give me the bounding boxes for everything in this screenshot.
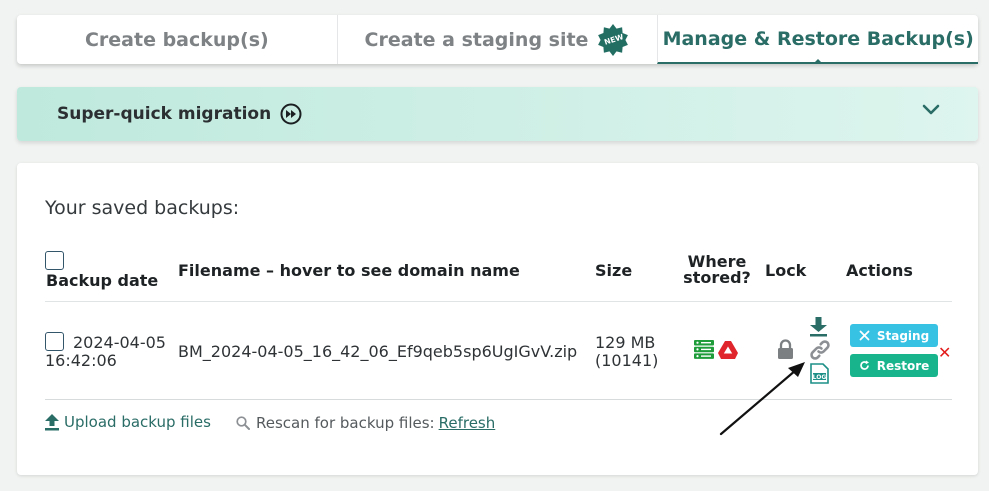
upload-icon bbox=[45, 413, 59, 430]
saved-backups-title: Your saved backups: bbox=[45, 197, 240, 219]
delete-icon[interactable]: ✕ bbox=[938, 343, 951, 362]
rescan-section: Rescan for backup files: Refresh bbox=[236, 414, 495, 432]
tab-create-backup[interactable]: Create backup(s) bbox=[17, 15, 337, 64]
rescan-label: Rescan for backup files: bbox=[256, 414, 435, 432]
tab-create-staging[interactable]: Create a staging site NEW bbox=[336, 15, 658, 64]
column-lock: Lock bbox=[765, 261, 807, 280]
staging-button[interactable]: Staging bbox=[850, 324, 938, 347]
google-drive-icon bbox=[718, 341, 738, 359]
migration-title: Super-quick migration bbox=[57, 104, 272, 124]
column-actions: Actions bbox=[846, 261, 913, 280]
row-select-checkbox[interactable] bbox=[45, 332, 64, 351]
column-size: Size bbox=[595, 261, 633, 280]
lock-icon[interactable] bbox=[777, 339, 794, 359]
tools-icon bbox=[859, 330, 870, 341]
saved-backups-panel: Your saved backups: Backup date Filename… bbox=[17, 163, 978, 475]
select-all-checkbox[interactable] bbox=[45, 251, 64, 270]
fast-forward-icon bbox=[280, 103, 302, 125]
column-filename: Filename – hover to see domain name bbox=[178, 261, 520, 280]
tab-label: Create backup(s) bbox=[84, 28, 269, 51]
header-divider bbox=[45, 301, 952, 302]
restore-icon bbox=[859, 360, 869, 370]
super-quick-migration-toggle[interactable]: Super-quick migration bbox=[17, 87, 978, 141]
staging-button-label: Staging bbox=[876, 328, 930, 343]
restore-button-label: Restore bbox=[876, 358, 930, 373]
tab-bar: Create backup(s) Create a staging site N… bbox=[17, 15, 979, 64]
server-icon bbox=[694, 340, 714, 359]
row-backup-time: 16:42:06 bbox=[45, 351, 117, 370]
refresh-link[interactable]: Refresh bbox=[439, 414, 496, 432]
chevron-down-icon[interactable] bbox=[922, 104, 940, 116]
log-file-icon[interactable]: LOG bbox=[810, 363, 829, 384]
tab-label: Manage & Restore Backup(s) bbox=[662, 27, 974, 50]
row-backup-date: 2024-04-05 bbox=[73, 333, 166, 352]
upload-label: Upload backup files bbox=[64, 413, 211, 431]
log-label: LOG bbox=[813, 374, 827, 381]
upload-backup-files-link[interactable]: Upload backup files bbox=[45, 413, 211, 431]
column-where-stored: Where stored? bbox=[683, 252, 751, 287]
tab-label: Create a staging site bbox=[364, 28, 589, 51]
row-filename[interactable]: BM_2024-04-05_16_42_06_Ef9qeb5sp6UgIGvV.… bbox=[178, 343, 577, 361]
row-file-count: (10141) bbox=[595, 351, 659, 370]
restore-button[interactable]: Restore bbox=[850, 354, 938, 377]
row-divider bbox=[45, 399, 952, 400]
download-icon[interactable] bbox=[809, 317, 828, 337]
search-icon bbox=[236, 416, 250, 430]
copy-link-icon[interactable] bbox=[809, 339, 831, 361]
row-size: 129 MB bbox=[595, 333, 656, 352]
new-badge-icon: NEW bbox=[596, 23, 630, 57]
tab-manage-restore[interactable]: Manage & Restore Backup(s) bbox=[657, 15, 979, 64]
column-backup-date: Backup date bbox=[46, 271, 159, 290]
